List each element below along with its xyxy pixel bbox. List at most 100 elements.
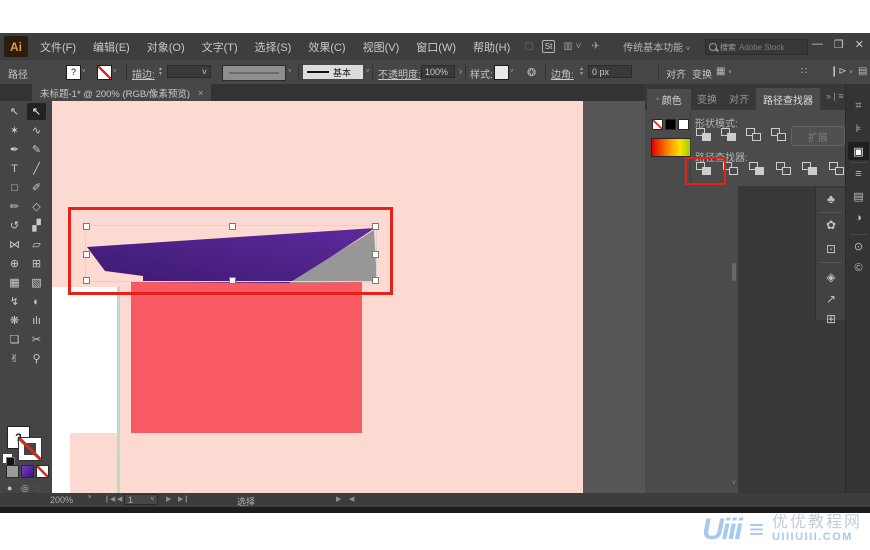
unite-icon[interactable] bbox=[696, 128, 711, 141]
stroke-swatch[interactable] bbox=[97, 65, 112, 80]
draw-inside-icon[interactable]: ◌ bbox=[35, 483, 40, 493]
cc-libraries-panel-icon[interactable]: © bbox=[846, 262, 870, 274]
minus-front-icon[interactable] bbox=[721, 128, 736, 141]
intersect-icon[interactable] bbox=[746, 128, 761, 141]
blend-tool[interactable]: ◐ bbox=[27, 293, 46, 310]
menu-item-8[interactable]: 帮助(H) bbox=[473, 39, 510, 55]
rectangle-tool[interactable]: □ bbox=[5, 179, 24, 196]
menu-item-3[interactable]: 文字(T) bbox=[202, 39, 238, 55]
share-icon[interactable]: ✈ bbox=[591, 41, 599, 52]
minimize-button[interactable]: — bbox=[812, 38, 823, 51]
stroke-weight-dropdown[interactable]: ˅ bbox=[167, 65, 211, 78]
stroke-weight-label[interactable]: 描边: bbox=[132, 66, 155, 81]
none-button[interactable] bbox=[36, 465, 49, 478]
panel-dock-icon[interactable]: ❙⊳ ˅ bbox=[830, 66, 853, 77]
arrange-documents-icon[interactable]: ▥ ˅ bbox=[563, 41, 581, 52]
type-tool[interactable]: T bbox=[5, 160, 24, 177]
opacity-label[interactable]: 不透明度: bbox=[378, 66, 421, 81]
next-artboard-icon[interactable]: ▶ bbox=[166, 495, 171, 503]
corner-label[interactable]: 边角: bbox=[551, 66, 574, 81]
lasso-tool[interactable]: ∿ bbox=[27, 122, 46, 139]
selected-artwork[interactable] bbox=[52, 101, 645, 493]
document-icon[interactable]: ▢ bbox=[524, 41, 533, 52]
symbol-sprayer-tool[interactable]: ❋ bbox=[5, 312, 24, 329]
pathfinder-panel-icon[interactable]: ▣ bbox=[848, 142, 869, 160]
curvature-tool[interactable]: ✎ bbox=[27, 141, 46, 158]
scroll-down-icon[interactable]: ˅ bbox=[732, 480, 736, 487]
transparency-panel-icon[interactable]: ◑ bbox=[846, 212, 870, 224]
selection-tool[interactable]: ↖ bbox=[5, 103, 24, 120]
none-swatch[interactable] bbox=[652, 119, 663, 130]
layers-panel-icon[interactable]: ◈ bbox=[816, 270, 846, 284]
minus-back-icon[interactable] bbox=[828, 162, 844, 175]
artboard-navigation[interactable]: 1 ˅ bbox=[124, 494, 158, 505]
brush-dropdown[interactable]: 基本 bbox=[303, 65, 363, 79]
menu-item-2[interactable]: 对象(O) bbox=[147, 39, 185, 55]
paintbrush-tool[interactable]: ✐ bbox=[27, 179, 46, 196]
pen-tool[interactable]: ✒ bbox=[5, 141, 24, 158]
color-spectrum-bar[interactable] bbox=[651, 138, 693, 157]
shape-builder-tool[interactable]: ⊕ bbox=[5, 255, 24, 272]
menu-item-5[interactable]: 效果(C) bbox=[308, 39, 345, 55]
align-link[interactable]: 对齐 bbox=[666, 66, 686, 81]
menu-item-1[interactable]: 编辑(E) bbox=[93, 39, 130, 55]
stroke-panel-icon[interactable]: ≡ bbox=[846, 168, 870, 180]
shaper-tool[interactable]: ◇ bbox=[27, 198, 46, 215]
graph-tool[interactable]: ılı bbox=[27, 312, 46, 329]
snap-options-icon[interactable]: ∷ bbox=[801, 66, 807, 77]
scale-tool[interactable]: ▞ bbox=[27, 217, 46, 234]
stroke-chevron-icon[interactable]: ˅ bbox=[113, 69, 117, 75]
tab-transform[interactable]: 变换 bbox=[697, 91, 717, 106]
workspace-switcher[interactable]: 传统基本功能 ˅ bbox=[623, 39, 690, 54]
prev-artboard-icon[interactable]: ◀ bbox=[117, 495, 122, 503]
crop-icon[interactable] bbox=[775, 162, 791, 175]
style-chevron-icon[interactable]: ˅ bbox=[510, 69, 514, 75]
outline-icon[interactable] bbox=[802, 162, 817, 175]
draw-normal-icon[interactable]: ● bbox=[7, 483, 12, 493]
menu-item-6[interactable]: 视图(V) bbox=[363, 39, 400, 55]
exclude-icon[interactable] bbox=[771, 128, 786, 141]
transform-link[interactable]: 变换 bbox=[692, 66, 712, 81]
fill-swatch[interactable]: ? bbox=[66, 65, 81, 80]
artboards-panel-icon[interactable]: ⊞ bbox=[816, 312, 846, 326]
artboard-tool[interactable]: ❏ bbox=[5, 331, 24, 348]
export-panel-icon[interactable]: ↗ bbox=[816, 292, 846, 306]
last-artboard-icon[interactable]: ▶❙ bbox=[178, 495, 189, 503]
tab-color[interactable]: ◦ 颜色 bbox=[647, 89, 691, 110]
grid-options-icon[interactable]: ▤ bbox=[858, 66, 867, 77]
restore-button[interactable]: ❐ bbox=[834, 38, 844, 51]
panel-menu-icon[interactable]: » | ≡ bbox=[826, 91, 844, 101]
black-swatch[interactable] bbox=[665, 119, 676, 130]
tab-pathfinder[interactable]: 路径查找器 bbox=[756, 88, 820, 110]
zoom-tool[interactable]: ⚲ bbox=[27, 350, 46, 367]
style-swatch[interactable] bbox=[494, 65, 509, 80]
gradient-button[interactable] bbox=[21, 465, 34, 478]
expand-button[interactable]: 扩展 bbox=[791, 126, 845, 146]
transform-widget-icon[interactable]: ▦ ˅ bbox=[716, 66, 732, 77]
rotate-tool[interactable]: ↺ bbox=[5, 217, 24, 234]
hand-tool[interactable]: ✌ bbox=[5, 350, 24, 367]
stroke-color-indicator[interactable] bbox=[18, 437, 42, 461]
white-swatch[interactable] bbox=[678, 119, 689, 130]
eyedropper-tool[interactable]: ↯ bbox=[5, 293, 24, 310]
fill-chevron-icon[interactable]: ˅ bbox=[82, 69, 86, 75]
stock-badge-icon[interactable]: St bbox=[541, 40, 556, 53]
menu-item-4[interactable]: 选择(S) bbox=[255, 39, 292, 55]
direct-selection-tool[interactable]: ↖ bbox=[27, 103, 46, 120]
gradient-panel-icon[interactable]: ▤ bbox=[846, 190, 870, 203]
document-tab[interactable]: 未标题-1* @ 200% (RGB/像素预览) × bbox=[32, 84, 212, 101]
opacity-value[interactable]: 100% bbox=[421, 65, 455, 78]
zoom-chevron-icon[interactable]: ˅ bbox=[88, 495, 92, 501]
merge-icon[interactable] bbox=[749, 162, 764, 175]
stroke-stepper[interactable]: ▲ ▼ bbox=[157, 65, 164, 78]
canvas[interactable] bbox=[52, 101, 645, 493]
slice-tool[interactable]: ✂ bbox=[27, 331, 46, 348]
first-artboard-icon[interactable]: ❙◀ bbox=[104, 495, 115, 503]
appearance-panel-icon[interactable]: ⊙ bbox=[846, 240, 870, 253]
tab-align[interactable]: 对齐 bbox=[729, 91, 749, 106]
opacity-more-arrow[interactable]: › bbox=[459, 66, 462, 77]
symbols-panel-icon[interactable]: ♣ bbox=[816, 192, 846, 206]
transform-panel-icon[interactable]: ⌗ bbox=[846, 100, 870, 113]
search-input[interactable]: 搜索 Adobe Stock bbox=[705, 39, 808, 55]
links-panel-icon[interactable]: ⊡ bbox=[816, 242, 846, 256]
